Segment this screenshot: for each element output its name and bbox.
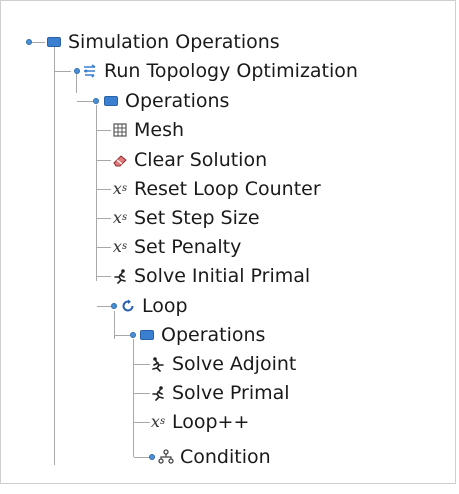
tree-line bbox=[134, 393, 150, 394]
expand-toggle-icon[interactable] bbox=[26, 39, 32, 45]
runner-icon bbox=[149, 384, 167, 402]
expand-toggle-icon[interactable] bbox=[149, 454, 155, 460]
folder-icon bbox=[138, 326, 156, 344]
tree-line bbox=[97, 160, 111, 161]
tree-item-run-topology-optimization[interactable]: Run Topology Optimization bbox=[81, 57, 358, 85]
tree-item-set-penalty[interactable]: xs Set Penalty bbox=[111, 233, 241, 261]
tree-item-label: Clear Solution bbox=[134, 149, 268, 171]
tree-item-label: Loop++ bbox=[172, 411, 250, 433]
expand-toggle-icon[interactable] bbox=[74, 68, 80, 74]
eraser-icon bbox=[111, 151, 129, 169]
tree-line bbox=[97, 189, 111, 190]
tree-line bbox=[55, 71, 71, 72]
variable-xs-icon: xs bbox=[112, 208, 128, 227]
tree-item-solve-initial-primal[interactable]: Solve Initial Primal bbox=[111, 262, 310, 290]
mesh-grid-icon bbox=[111, 121, 129, 139]
tree-item-label: Reset Loop Counter bbox=[134, 178, 321, 200]
tree-item-label: Solve Adjoint bbox=[172, 353, 297, 375]
condition-icon bbox=[157, 448, 175, 466]
folder-icon bbox=[45, 33, 63, 51]
variable-xs-icon: xs bbox=[112, 179, 128, 198]
tree-item-label: Condition bbox=[180, 446, 271, 468]
tree-item-label: Set Penalty bbox=[134, 236, 242, 258]
tree-line bbox=[115, 335, 130, 336]
tree-item-set-step-size[interactable]: xs Set Step Size bbox=[111, 204, 260, 232]
tree-item-label: Loop bbox=[142, 295, 188, 317]
runner-icon bbox=[111, 267, 129, 285]
tree-panel: Simulation Operations Run Topology Optim… bbox=[0, 0, 456, 484]
tree-item-reset-loop-counter[interactable]: xs Reset Loop Counter bbox=[111, 175, 321, 203]
tree-item-condition[interactable]: Condition bbox=[157, 443, 271, 471]
tree-line bbox=[134, 457, 149, 458]
loop-icon bbox=[119, 297, 137, 315]
expand-toggle-icon[interactable] bbox=[93, 98, 99, 104]
tree-item-loop[interactable]: Loop bbox=[119, 292, 188, 320]
tree-item-clear-solution[interactable]: Clear Solution bbox=[111, 146, 267, 174]
tree-line bbox=[133, 339, 134, 457]
expand-toggle-icon[interactable] bbox=[130, 332, 136, 338]
tree-item-simulation-operations[interactable]: Simulation Operations bbox=[45, 28, 280, 56]
tree-line bbox=[97, 306, 111, 307]
tree-line bbox=[97, 276, 111, 277]
tree-item-label: Run Topology Optimization bbox=[104, 60, 358, 82]
tree-item-mesh[interactable]: Mesh bbox=[111, 116, 184, 144]
tree-item-operations[interactable]: Operations bbox=[102, 87, 229, 115]
tree-line bbox=[54, 41, 55, 465]
tree-item-label: Simulation Operations bbox=[68, 31, 280, 53]
tree-item-label: Operations bbox=[161, 324, 266, 346]
tree-line bbox=[97, 130, 111, 131]
tree-item-label: Mesh bbox=[134, 119, 185, 141]
tree-line bbox=[134, 422, 150, 423]
runner-reverse-icon bbox=[149, 355, 167, 373]
tree-item-label: Solve Initial Primal bbox=[134, 265, 311, 287]
tree-item-loop-operations[interactable]: Operations bbox=[138, 321, 265, 349]
tree-item-loop-increment[interactable]: xs Loop++ bbox=[149, 408, 250, 436]
tree-item-solve-primal[interactable]: Solve Primal bbox=[149, 379, 290, 407]
tree-item-solve-adjoint[interactable]: Solve Adjoint bbox=[149, 350, 296, 378]
tree-line bbox=[134, 364, 150, 365]
expand-toggle-icon[interactable] bbox=[111, 303, 117, 309]
tree-line bbox=[96, 105, 97, 281]
tree-item-label: Set Step Size bbox=[134, 207, 260, 229]
variable-xs-icon: xs bbox=[150, 412, 166, 431]
tree-item-label: Solve Primal bbox=[172, 382, 290, 404]
tree-line bbox=[97, 218, 111, 219]
tree-line bbox=[76, 73, 77, 93]
tree-line bbox=[97, 247, 111, 248]
tree-item-label: Operations bbox=[125, 90, 230, 112]
folder-icon bbox=[102, 92, 120, 110]
tree-line bbox=[77, 101, 93, 102]
optimization-icon bbox=[81, 62, 99, 80]
variable-xs-icon: xs bbox=[112, 237, 128, 256]
